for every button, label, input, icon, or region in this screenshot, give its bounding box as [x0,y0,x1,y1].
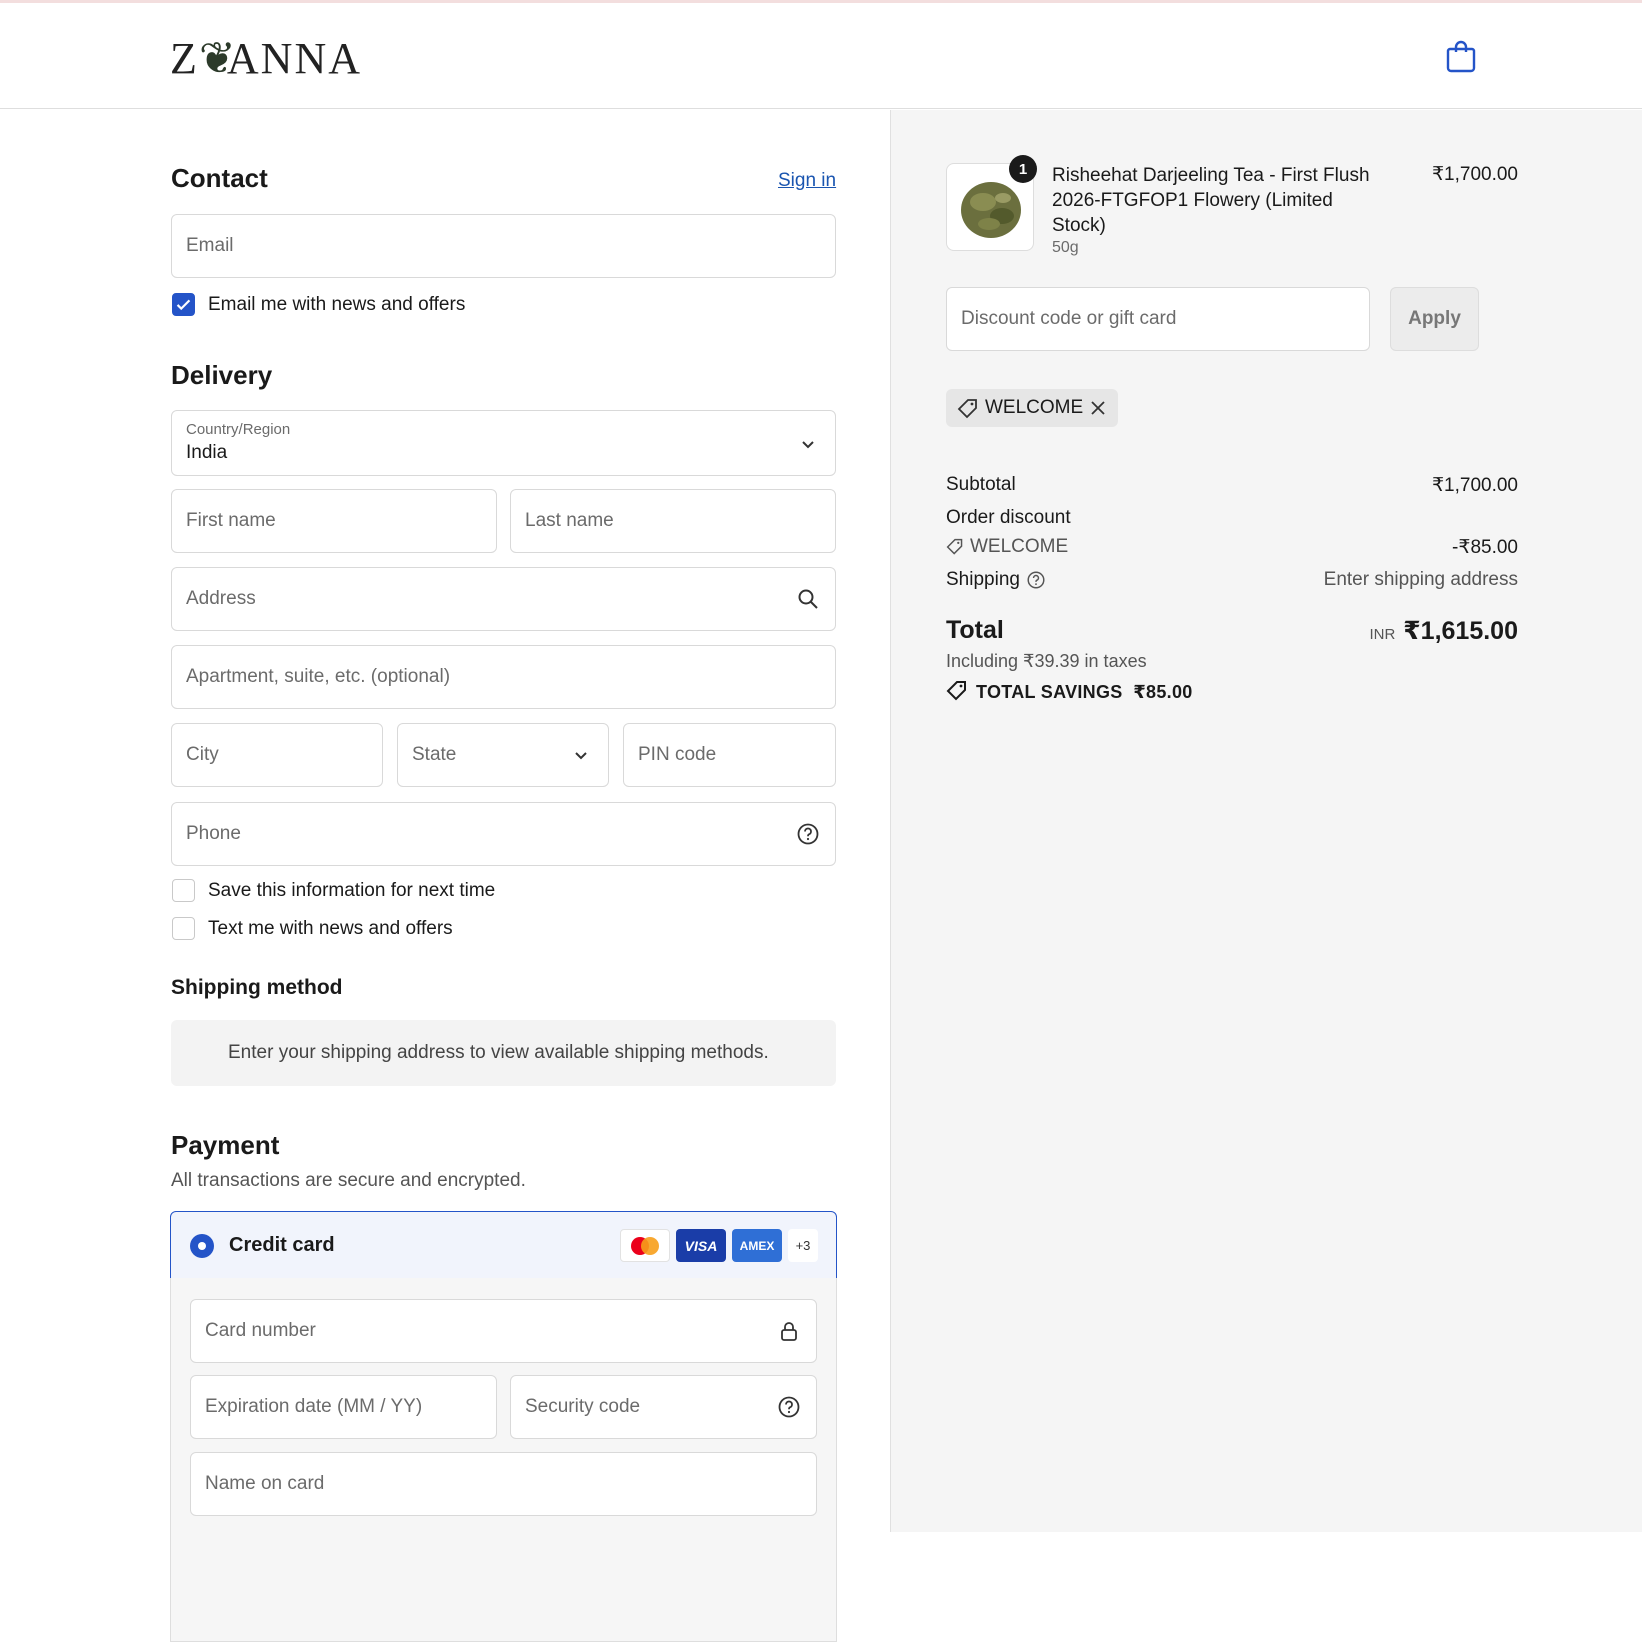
discount-code-placeholder: Discount code or gift card [961,308,1177,329]
apartment-field[interactable]: Apartment, suite, etc. (optional) [171,645,836,709]
contact-title: Contact [171,163,268,193]
applied-discount-chip: WELCOME [946,389,1118,427]
credit-card-form: Card number Expiration date (MM / YY) Se… [170,1278,837,1642]
first-name-field[interactable]: First name [171,489,497,553]
product-variant: 50g [1052,239,1079,256]
lock-icon [781,1322,797,1341]
tag-icon [946,538,963,555]
credit-card-option[interactable]: Credit card VISA AMEX +3 [170,1211,837,1279]
sign-in-link[interactable]: Sign in [778,170,836,192]
city-placeholder: City [186,744,219,765]
discount-value: -₹85.00 [1452,537,1518,558]
shipping-method-notice: Enter your shipping address to view avai… [171,1020,836,1086]
credit-card-label: Credit card [229,1234,335,1256]
search-icon[interactable] [797,588,819,610]
amex-icon: AMEX [732,1229,782,1262]
security-code-placeholder: Security code [525,1396,641,1417]
product-price: ₹1,700.00 [1431,164,1518,185]
first-name-placeholder: First name [186,510,276,531]
apartment-placeholder: Apartment, suite, etc. (optional) [186,666,451,687]
save-info-label: Save this information for next time [208,880,496,901]
name-on-card-placeholder: Name on card [205,1473,325,1494]
last-name-placeholder: Last name [525,510,614,531]
tag-icon [946,681,966,701]
news-checkbox[interactable] [172,293,195,316]
tag-icon [957,399,977,419]
discount-code-field[interactable]: Discount code or gift card [946,287,1370,351]
total-savings: TOTAL SAVINGS ₹85.00 [946,680,1193,703]
delivery-title: Delivery [171,360,273,390]
phone-field[interactable]: Phone [171,802,836,866]
discount-row: WELCOME -₹85.00 [946,536,1518,558]
help-icon[interactable] [1027,571,1045,589]
shipping-method-title: Shipping method [171,976,343,999]
visa-icon: VISA [676,1229,726,1262]
email-placeholder: Email [186,235,234,256]
email-field[interactable]: Email [171,214,836,278]
mastercard-icon [620,1229,670,1262]
apply-button[interactable]: Apply [1390,287,1479,351]
shopping-bag-icon[interactable] [1446,39,1476,73]
card-number-field[interactable]: Card number [190,1299,817,1363]
name-on-card-field[interactable]: Name on card [190,1452,817,1516]
total-value-group: INR ₹1,615.00 [1369,616,1518,646]
save-info-checkbox[interactable] [172,879,195,902]
more-cards-badge: +3 [788,1229,818,1262]
shipping-value: Enter shipping address [1323,569,1518,590]
order-summary: 1 Risheehat Darjeeling Tea - First Flush… [890,110,1642,1532]
state-select[interactable]: State [397,723,609,787]
site-header: Z❦ANNA [0,3,1642,109]
payment-subtitle: All transactions are secure and encrypte… [171,1170,526,1191]
savings-label: TOTAL SAVINGS [976,682,1123,702]
logo-text-right: ANNA [226,34,362,83]
chevron-down-icon [575,752,587,760]
shipping-method-message: Enter your shipping address to view avai… [228,1042,769,1063]
applied-code-text: WELCOME [985,397,1084,418]
payment-title: Payment [171,1130,280,1160]
security-code-field[interactable]: Security code [510,1375,817,1439]
card-brands: VISA AMEX +3 [620,1229,818,1262]
shipping-row: Shipping Enter shipping address [946,569,1518,591]
phone-placeholder: Phone [186,823,241,844]
shipping-label: Shipping [946,569,1020,590]
total-label: Total [946,616,1004,644]
country-select[interactable]: Country/Region India [171,410,836,476]
expiry-field[interactable]: Expiration date (MM / YY) [190,1375,497,1439]
total-value: ₹1,615.00 [1403,617,1518,645]
help-icon[interactable] [778,1396,800,1418]
subtotal-label: Subtotal [946,474,1016,495]
checkout-form: Contact Sign in Email Email me with news… [0,110,890,1642]
leaf-mark-icon: ❦ [198,34,238,83]
close-icon[interactable] [1090,400,1106,416]
subtotal-row: Subtotal ₹1,700.00 [946,474,1518,496]
savings-value: ₹85.00 [1133,682,1193,702]
address-placeholder: Address [186,588,256,609]
address-field[interactable]: Address [171,567,836,631]
last-name-field[interactable]: Last name [510,489,836,553]
state-placeholder: State [412,744,457,765]
checkmark-icon [176,299,191,311]
pin-code-field[interactable]: PIN code [623,723,836,787]
logo-text-left: Z [170,34,199,83]
country-value: India [186,442,228,463]
subtotal-value: ₹1,700.00 [1431,475,1518,496]
taxes-note: Including ₹39.39 in taxes [946,651,1147,671]
help-icon[interactable] [797,823,819,845]
order-discount-label: Order discount [946,507,1071,528]
news-checkbox-label: Email me with news and offers [208,294,466,315]
currency-code: INR [1369,626,1396,643]
expiry-placeholder: Expiration date (MM / YY) [205,1396,423,1417]
city-field[interactable]: City [171,723,383,787]
quantity-badge: 1 [1009,155,1037,183]
country-label: Country/Region [186,421,291,438]
product-name: Risheehat Darjeeling Tea - First Flush 2… [1052,165,1370,236]
brand-logo[interactable]: Z❦ANNA [170,33,362,84]
chevron-down-icon [802,441,814,449]
text-news-checkbox[interactable] [172,917,195,940]
credit-card-radio[interactable] [190,1234,214,1258]
discount-code-text: WELCOME [970,536,1069,557]
pin-code-placeholder: PIN code [638,744,717,765]
card-number-placeholder: Card number [205,1320,316,1341]
text-news-label: Text me with news and offers [208,918,453,939]
